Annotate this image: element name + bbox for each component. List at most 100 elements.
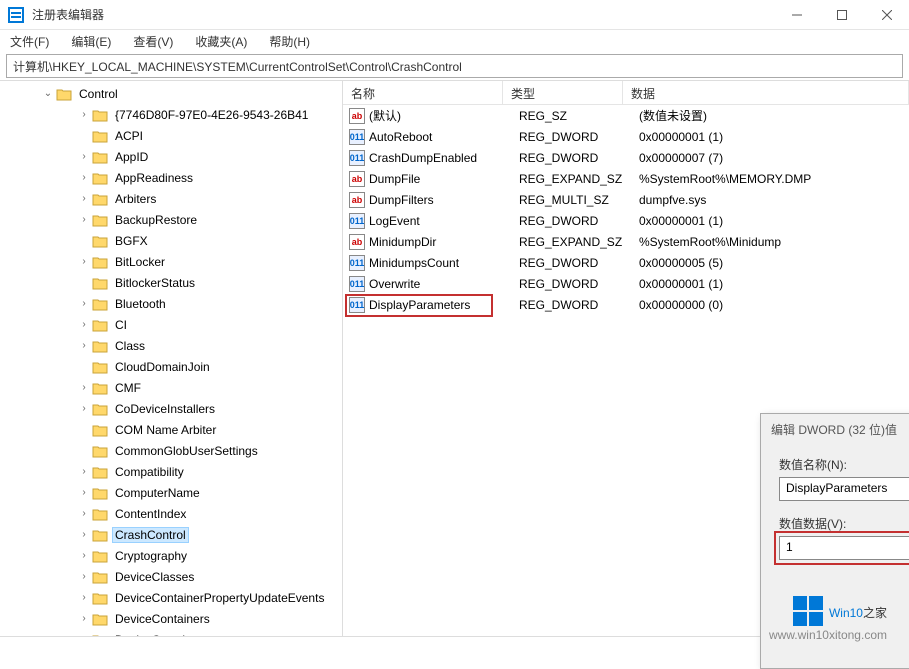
list-row[interactable]: abDumpFileREG_EXPAND_SZ%SystemRoot%\MEMO…	[343, 168, 909, 189]
value-type: REG_DWORD	[519, 130, 639, 144]
tree-item[interactable]: DeviceGuard	[78, 629, 342, 636]
maximize-button[interactable]	[819, 0, 864, 30]
tree-item[interactable]: BitlockerStatus	[78, 272, 342, 293]
tree-item[interactable]: COM Name Arbiter	[78, 419, 342, 440]
expander-icon[interactable]: ›	[78, 109, 90, 121]
list-row[interactable]: 011DisplayParametersREG_DWORD0x00000000 …	[343, 294, 909, 315]
list-row[interactable]: 011OverwriteREG_DWORD0x00000001 (1)	[343, 273, 909, 294]
minimize-button[interactable]	[774, 0, 819, 30]
expander-icon[interactable]: ›	[78, 403, 90, 415]
tree-item[interactable]: ›CI	[78, 314, 342, 335]
tree-item[interactable]: ›Cryptography	[78, 545, 342, 566]
tree-item[interactable]: ›Arbiters	[78, 188, 342, 209]
value-name: MinidumpsCount	[369, 256, 519, 270]
tree-item[interactable]: ›DeviceContainerPropertyUpdateEvents	[78, 587, 342, 608]
titlebar: 注册表编辑器	[0, 0, 909, 30]
expander-icon[interactable]: ›	[78, 466, 90, 478]
expander-icon[interactable]: ⌄	[42, 88, 54, 100]
value-name: Overwrite	[369, 277, 519, 291]
value-data: 0x00000005 (5)	[639, 256, 909, 270]
address-bar[interactable]: 计算机\HKEY_LOCAL_MACHINE\SYSTEM\CurrentCon…	[6, 54, 903, 78]
menu-edit[interactable]: 编辑(E)	[67, 31, 115, 52]
tree-item[interactable]: › CoDeviceInstallers	[78, 398, 342, 419]
tree-item-label: BitLocker	[112, 254, 168, 270]
value-data: dumpfve.sys	[639, 193, 909, 207]
list-header: 名称 类型 数据	[343, 81, 909, 105]
tree-item[interactable]: ›ContentIndex	[78, 503, 342, 524]
dword-value-icon: 011	[349, 213, 365, 229]
expander-icon[interactable]	[78, 277, 90, 289]
expander-icon[interactable]	[78, 361, 90, 373]
tree-item[interactable]: › {7746D80F-97E0-4E26-9543-26B41	[78, 104, 342, 125]
expander-icon[interactable]: ›	[78, 319, 90, 331]
tree-item[interactable]: ›CrashControl	[78, 524, 342, 545]
tree-item-label: DeviceGuard	[112, 632, 188, 637]
menu-favorites[interactable]: 收藏夹(A)	[191, 31, 251, 52]
windows-logo-icon	[793, 596, 823, 626]
expander-icon[interactable]	[78, 445, 90, 457]
folder-icon	[92, 297, 108, 311]
expander-icon[interactable]: ›	[78, 508, 90, 520]
tree-item[interactable]: CloudDomainJoin	[78, 356, 342, 377]
tree-parent-label: Control	[76, 86, 121, 102]
expander-icon[interactable]: ›	[78, 613, 90, 625]
close-button[interactable]	[864, 0, 909, 30]
expander-icon[interactable]	[78, 130, 90, 142]
list-row[interactable]: 011CrashDumpEnabledREG_DWORD0x00000007 (…	[343, 147, 909, 168]
expander-icon[interactable]: ›	[78, 214, 90, 226]
tree-item[interactable]: ›AppID	[78, 146, 342, 167]
expander-icon[interactable]	[78, 424, 90, 436]
list-row[interactable]: 011MinidumpsCountREG_DWORD0x00000005 (5)	[343, 252, 909, 273]
value-name: DisplayParameters	[369, 298, 519, 312]
list-row[interactable]: ab(默认)REG_SZ(数值未设置)	[343, 105, 909, 126]
expander-icon[interactable]: ›	[78, 550, 90, 562]
expander-icon[interactable]: ›	[78, 340, 90, 352]
expander-icon[interactable]: ›	[78, 151, 90, 163]
list-row[interactable]: 011AutoRebootREG_DWORD0x00000001 (1)	[343, 126, 909, 147]
tree-panel[interactable]: ⌄ Control › {7746D80F-97E0-4E26-9543-26B4…	[0, 81, 343, 636]
tree-item-label: CoDeviceInstallers	[112, 401, 218, 417]
expander-icon[interactable]: ›	[78, 298, 90, 310]
expander-icon[interactable]: ›	[78, 529, 90, 541]
tree-item[interactable]: CommonGlobUserSettings	[78, 440, 342, 461]
tree-parent[interactable]: ⌄ Control	[42, 83, 342, 104]
name-input[interactable]: DisplayParameters	[779, 477, 909, 501]
col-data[interactable]: 数据	[623, 81, 909, 104]
tree-item[interactable]: ›CMF	[78, 377, 342, 398]
tree-item[interactable]: ›Compatibility	[78, 461, 342, 482]
list-panel[interactable]: 名称 类型 数据 ab(默认)REG_SZ(数值未设置)011AutoReboo…	[343, 81, 909, 636]
tree-item[interactable]: ›DeviceClasses	[78, 566, 342, 587]
menu-view[interactable]: 查看(V)	[129, 31, 177, 52]
expander-icon[interactable]	[78, 634, 90, 637]
value-name: MinidumpDir	[369, 235, 519, 249]
tree-item[interactable]: ›DeviceContainers	[78, 608, 342, 629]
expander-icon[interactable]: ›	[78, 382, 90, 394]
expander-icon[interactable]	[78, 235, 90, 247]
data-input[interactable]: 1	[779, 536, 909, 560]
tree-item[interactable]: ›Bluetooth	[78, 293, 342, 314]
list-row[interactable]: abMinidumpDirREG_EXPAND_SZ%SystemRoot%\M…	[343, 231, 909, 252]
tree-item[interactable]: › BitLocker	[78, 251, 342, 272]
expander-icon[interactable]: ›	[78, 487, 90, 499]
value-type: REG_EXPAND_SZ	[519, 172, 639, 186]
tree-item[interactable]: ›ComputerName	[78, 482, 342, 503]
menu-help[interactable]: 帮助(H)	[265, 31, 314, 52]
tree-item[interactable]: ›BackupRestore	[78, 209, 342, 230]
folder-icon	[92, 423, 108, 437]
menu-file[interactable]: 文件(F)	[6, 31, 53, 52]
tree-item-label: {7746D80F-97E0-4E26-9543-26B41	[112, 107, 311, 123]
expander-icon[interactable]: ›	[78, 592, 90, 604]
col-type[interactable]: 类型	[503, 81, 623, 104]
expander-icon[interactable]: ›	[78, 256, 90, 268]
tree-item[interactable]: BGFX	[78, 230, 342, 251]
list-row[interactable]: abDumpFiltersREG_MULTI_SZdumpfve.sys	[343, 189, 909, 210]
tree-item[interactable]: ACPI	[78, 125, 342, 146]
col-name[interactable]: 名称	[343, 81, 503, 104]
list-row[interactable]: 011LogEventREG_DWORD0x00000001 (1)	[343, 210, 909, 231]
expander-icon[interactable]: ›	[78, 571, 90, 583]
folder-icon	[92, 339, 108, 353]
expander-icon[interactable]: ›	[78, 193, 90, 205]
expander-icon[interactable]: ›	[78, 172, 90, 184]
tree-item[interactable]: ›Class	[78, 335, 342, 356]
tree-item[interactable]: ›AppReadiness	[78, 167, 342, 188]
